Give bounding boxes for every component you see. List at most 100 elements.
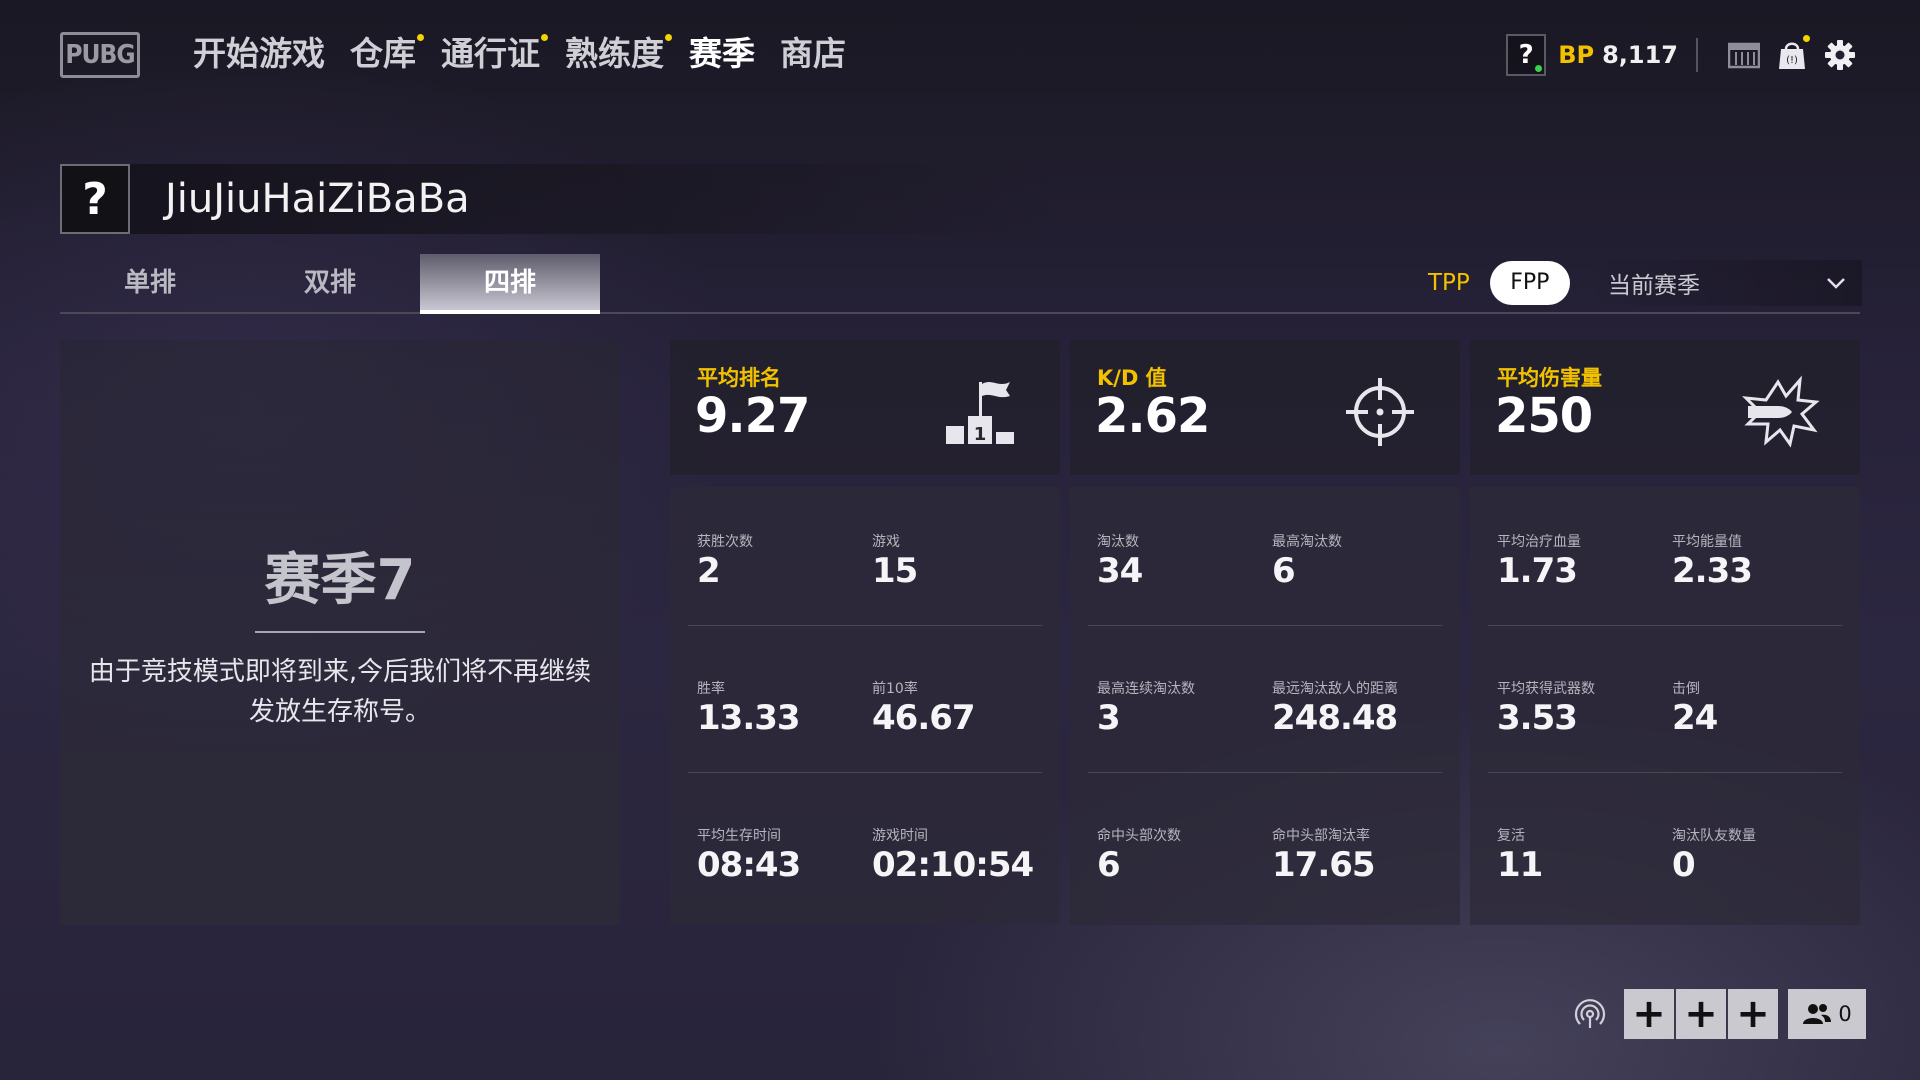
party-bar: + + + 0 bbox=[1570, 988, 1866, 1040]
tab-squad[interactable]: 四排 bbox=[420, 254, 600, 314]
stat-cell: 最远淘汰敌人的距离 248.48 bbox=[1272, 634, 1447, 738]
avatar[interactable]: ? bbox=[60, 164, 130, 234]
stat-cell: 命中头部次数 6 bbox=[1097, 781, 1272, 885]
stat-cell: 复活 11 bbox=[1497, 781, 1672, 885]
stat-label: 胜率 bbox=[697, 681, 725, 697]
stat-label: 命中头部次数 bbox=[1097, 828, 1181, 844]
chevron-down-icon bbox=[1827, 278, 1845, 289]
fpp-option[interactable]: FPP bbox=[1489, 261, 1570, 305]
divider bbox=[1488, 772, 1842, 773]
main-nav: 开始游戏 仓库 通行证 熟练度 赛季 商店 bbox=[193, 28, 846, 80]
invite-slot-button[interactable]: + bbox=[1728, 989, 1778, 1039]
stat-value: 2 bbox=[697, 551, 721, 591]
season-dropdown[interactable]: 当前赛季 bbox=[1586, 260, 1862, 306]
divider bbox=[1088, 772, 1442, 773]
stat-value: 2.33 bbox=[1672, 551, 1753, 591]
stat-value: 0 bbox=[1672, 845, 1696, 885]
shopping-bag-icon[interactable]: (!) bbox=[1772, 35, 1812, 75]
stat-value: 24 bbox=[1672, 698, 1718, 738]
stat-value: 46.67 bbox=[872, 698, 976, 738]
svg-text:(!): (!) bbox=[1786, 55, 1798, 66]
stat-label: 复活 bbox=[1497, 828, 1525, 844]
tab-duo[interactable]: 双排 bbox=[240, 254, 420, 314]
stat-header-value: 9.27 bbox=[695, 388, 810, 444]
nav-item-pass[interactable]: 通行证 bbox=[441, 28, 548, 80]
nav-item-season[interactable]: 赛季 bbox=[689, 28, 755, 80]
stat-label: 淘汰队友数量 bbox=[1672, 828, 1756, 844]
stat-cell: 平均治疗血量 1.73 bbox=[1497, 487, 1672, 591]
nav-item-mastery[interactable]: 熟练度 bbox=[565, 28, 672, 80]
stat-cell: 最高淘汰数 6 bbox=[1272, 487, 1447, 591]
stat-label: 最高淘汰数 bbox=[1272, 534, 1342, 550]
bullet-impact-icon bbox=[1741, 375, 1820, 448]
stat-cell: 命中头部淘汰率 17.65 bbox=[1272, 781, 1447, 885]
notification-dot bbox=[541, 34, 548, 41]
gear-icon[interactable] bbox=[1820, 35, 1860, 75]
broadcast-icon[interactable] bbox=[1570, 994, 1610, 1034]
nav-item-label: 熟练度 bbox=[565, 34, 664, 73]
stat-label: 游戏 bbox=[872, 534, 900, 550]
tab-label: 四排 bbox=[483, 268, 536, 298]
stat-header: 平均伤害量 250 bbox=[1470, 340, 1860, 475]
stat-label: 最远淘汰敌人的距离 bbox=[1272, 681, 1398, 697]
mode-tabs: 单排 双排 四排 TPP FPP 当前赛季 bbox=[60, 254, 1862, 314]
tab-label: 单排 bbox=[123, 268, 176, 298]
question-icon[interactable]: ? bbox=[1506, 34, 1547, 76]
stat-value: 3 bbox=[1097, 698, 1121, 738]
pubg-logo[interactable]: PUBG bbox=[60, 32, 140, 78]
stat-label: 命中头部淘汰率 bbox=[1272, 828, 1370, 844]
stat-label: 平均获得武器数 bbox=[1497, 681, 1595, 697]
divider bbox=[255, 631, 425, 633]
stat-value: 34 bbox=[1097, 551, 1143, 591]
top-right-controls: ? BP 8,117 (!) bbox=[1506, 34, 1860, 76]
perspective-toggle: TPP FPP bbox=[1414, 260, 1570, 306]
stat-value: 248.48 bbox=[1272, 698, 1398, 738]
notification-dot bbox=[417, 34, 424, 41]
stats-column-ranking: 平均排名 9.27 1 获胜次数 2 游戏 15 胜率 13.33 前10率 46.67… bbox=[670, 340, 1060, 925]
stats-column-kd: K/D 值 2.62 淘汰数 34 最高淘汰数 6 最高连续淘汰数 3 最远淘汰敌人的… bbox=[1070, 340, 1460, 925]
nav-item-start-game[interactable]: 开始游戏 bbox=[193, 28, 325, 80]
friends-button[interactable]: 0 bbox=[1788, 989, 1866, 1039]
stat-value: 6 bbox=[1272, 551, 1296, 591]
stat-value: 13.33 bbox=[697, 698, 801, 738]
friends-count: 0 bbox=[1838, 1002, 1852, 1026]
stat-cell: 平均能量值 2.33 bbox=[1672, 487, 1847, 591]
notification-dot bbox=[1803, 35, 1810, 42]
divider bbox=[688, 625, 1042, 626]
stat-cell: 击倒 24 bbox=[1672, 634, 1847, 738]
player-name: JiuJiuHaiZiBaBa bbox=[165, 176, 470, 222]
svg-text:1: 1 bbox=[974, 424, 987, 445]
stat-cell: 平均生存时间 08:43 bbox=[697, 781, 872, 885]
notification-dot bbox=[665, 34, 672, 41]
nav-item-label: 赛季 bbox=[689, 34, 755, 73]
bp-balance: BP 8,117 bbox=[1558, 41, 1678, 69]
player-bar: ? JiuJiuHaiZiBaBa bbox=[60, 164, 1060, 234]
stat-cell: 游戏 15 bbox=[872, 487, 1047, 591]
bp-label: BP bbox=[1558, 41, 1595, 69]
stat-cell: 前10率 46.67 bbox=[872, 634, 1047, 738]
divider bbox=[1696, 38, 1698, 72]
nav-item-inventory[interactable]: 仓库 bbox=[350, 28, 424, 80]
nav-item-label: 商店 bbox=[780, 34, 846, 73]
season-title: 赛季7 bbox=[264, 548, 416, 613]
invite-slot-button[interactable]: + bbox=[1676, 989, 1726, 1039]
tab-label: 双排 bbox=[303, 268, 356, 298]
invite-slot-button[interactable]: + bbox=[1624, 989, 1674, 1039]
stat-body: 淘汰数 34 最高淘汰数 6 最高连续淘汰数 3 最远淘汰敌人的距离 248.48 命中… bbox=[1070, 487, 1460, 925]
season-note: 由于竞技模式即将到来,今后我们将不再继续发放生存称号。 bbox=[88, 657, 592, 727]
divider bbox=[1488, 625, 1842, 626]
stat-value: 02:10:54 bbox=[872, 845, 1034, 885]
season-panel: 赛季7 由于竞技模式即将到来,今后我们将不再继续发放生存称号。 bbox=[60, 340, 620, 925]
stat-label: 击倒 bbox=[1672, 681, 1700, 697]
crate-icon[interactable] bbox=[1724, 35, 1764, 75]
podium-icon: 1 bbox=[946, 382, 1014, 445]
tab-solo[interactable]: 单排 bbox=[60, 254, 240, 314]
tpp-option[interactable]: TPP bbox=[1414, 270, 1490, 296]
stat-cell: 游戏时间 02:10:54 bbox=[872, 781, 1047, 885]
stat-value: 17.65 bbox=[1272, 845, 1376, 885]
stat-label: 平均能量值 bbox=[1672, 534, 1742, 550]
nav-item-store[interactable]: 商店 bbox=[780, 28, 846, 80]
stat-label: 游戏时间 bbox=[872, 828, 928, 844]
stats-column-damage: 平均伤害量 250 平均治疗血量 1.73 平均能量值 2.33 平均获得武器数 3.… bbox=[1470, 340, 1860, 925]
plus-icon: + bbox=[1632, 991, 1666, 1037]
